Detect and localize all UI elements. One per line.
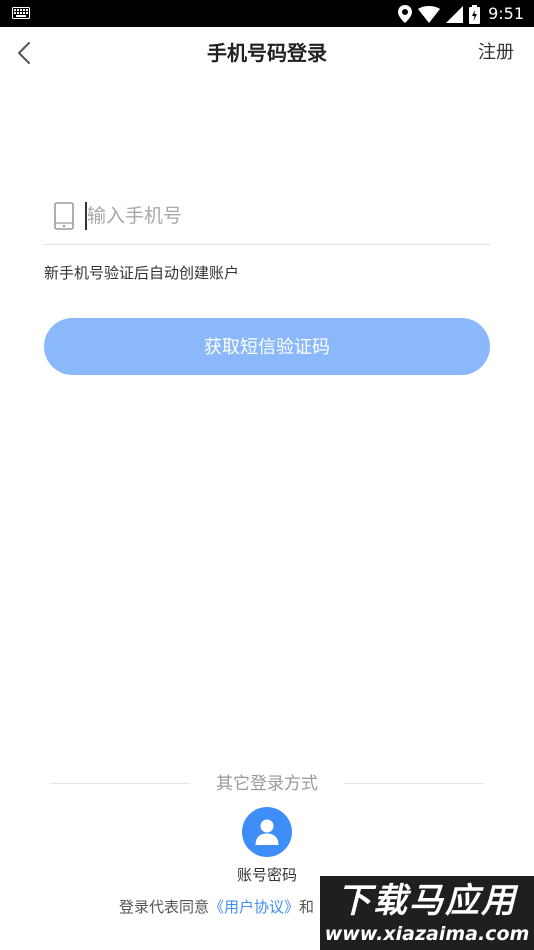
watermark-logo: 下载马应用 www.xiazaima.com <box>320 876 534 950</box>
phone-field-row <box>44 190 490 245</box>
agreement-suffix: 和 <box>299 898 315 916</box>
wifi-icon <box>418 5 441 23</box>
location-icon <box>398 5 413 23</box>
phone-input[interactable] <box>87 198 467 234</box>
login-screen: 9:51 手机号码登录 注册 新手机号验证后自动创建账户 获取短信验证码 其它登… <box>0 0 534 950</box>
agreement-text: 登录代表同意《用户协议》和 <box>119 896 314 918</box>
user-icon <box>255 819 279 845</box>
status-bar: 9:51 <box>0 0 534 27</box>
other-login-label: 其它登录方式 <box>216 774 318 794</box>
account-password-login-button[interactable] <box>242 807 292 857</box>
battery-icon <box>469 4 481 24</box>
signal-icon <box>446 5 464 23</box>
watermark-url: www.xiazaima.com <box>324 923 530 945</box>
user-agreement-link[interactable]: 《用户协议》 <box>209 898 299 916</box>
status-time: 9:51 <box>488 4 524 23</box>
status-icons: 9:51 <box>398 3 524 25</box>
page-title: 手机号码登录 <box>207 41 327 65</box>
keyboard-icon <box>12 7 30 19</box>
watermark-title: 下载马应用 <box>337 881 517 921</box>
agreement-prefix: 登录代表同意 <box>119 898 210 916</box>
mobile-phone-icon <box>54 202 74 230</box>
title-bar: 手机号码登录 注册 <box>0 27 534 79</box>
register-link[interactable]: 注册 <box>478 41 514 65</box>
new-account-hint: 新手机号验证后自动创建账户 <box>44 264 240 282</box>
get-sms-code-button[interactable]: 获取短信验证码 <box>44 318 490 375</box>
